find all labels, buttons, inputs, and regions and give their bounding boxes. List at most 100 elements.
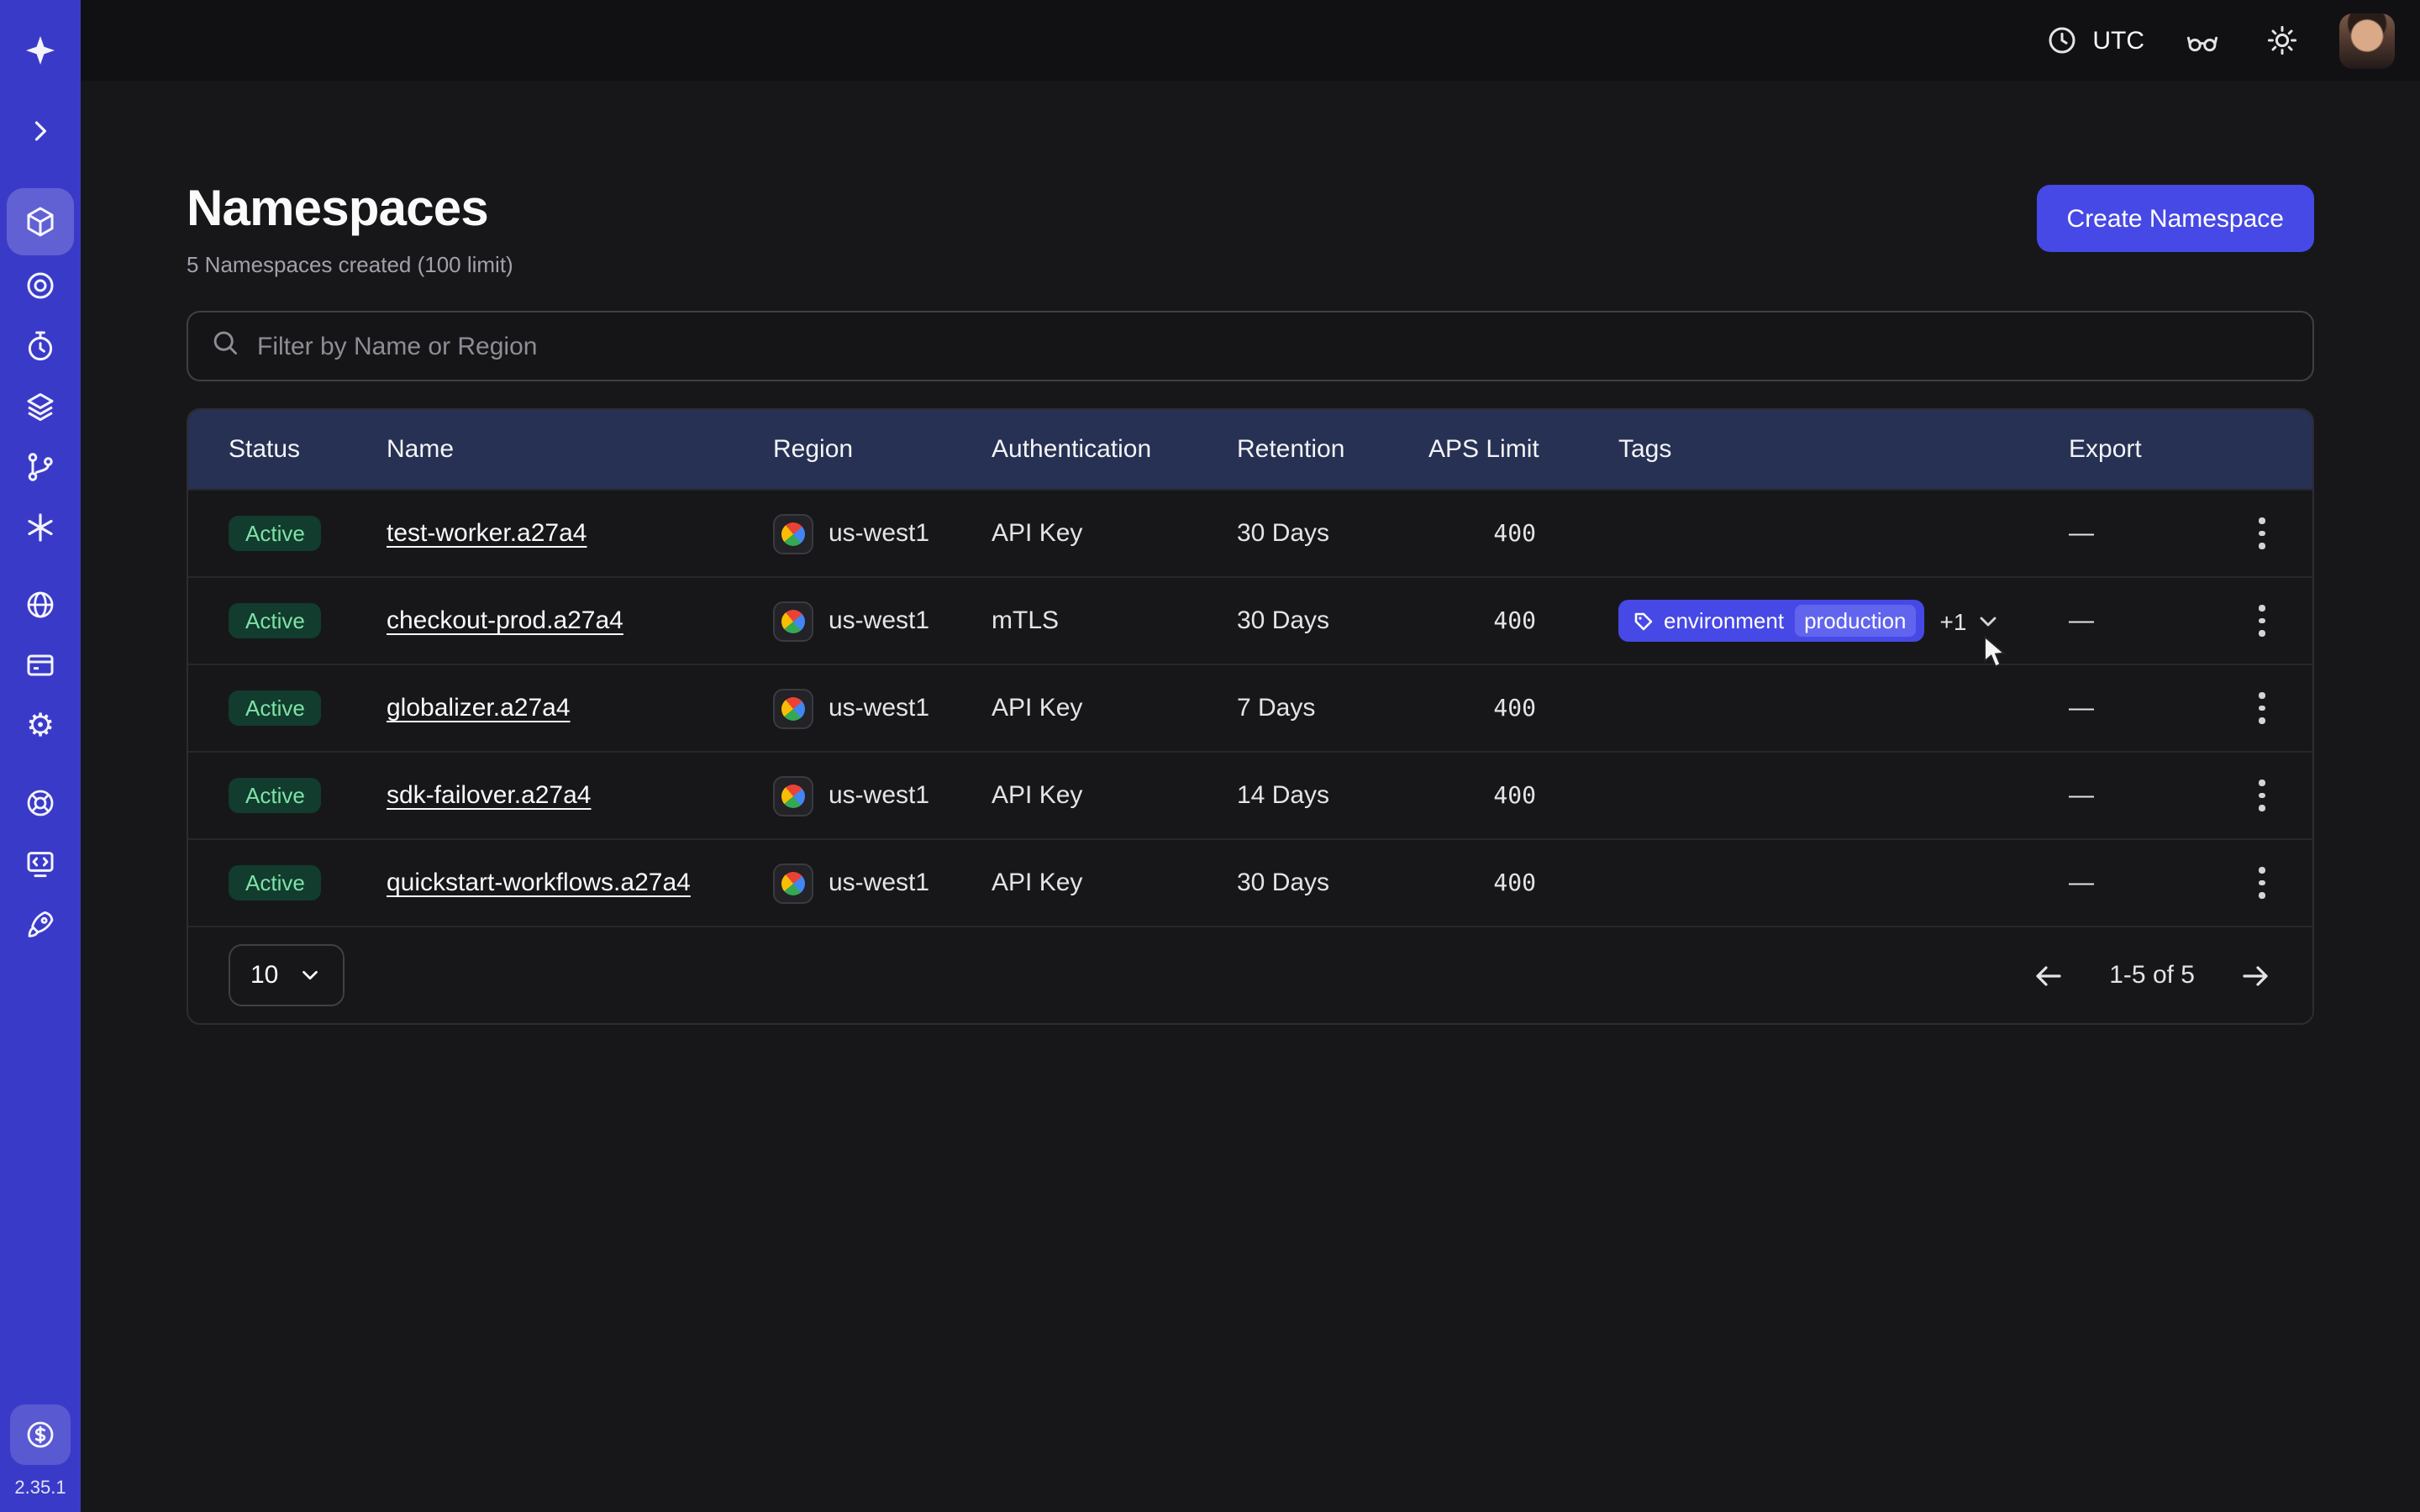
page-title: Namespaces (187, 181, 513, 239)
temporal-logo-icon[interactable] (10, 20, 71, 81)
search-icon (210, 327, 240, 365)
table-row: Active sdk-failover.a27a4 us-west1 API K… (188, 751, 2312, 838)
column-header-retention: Retention (1237, 435, 1428, 464)
tags-chevron-down-icon[interactable] (1975, 607, 2002, 634)
row-actions-kebab-menu[interactable] (2238, 595, 2286, 647)
status-badge: Active (229, 865, 322, 900)
namespace-name-link[interactable]: quickstart-workflows.a27a4 (387, 869, 691, 897)
region-label: us-west1 (829, 519, 929, 548)
authentication-label: API Key (992, 781, 1237, 810)
table-row: Active globalizer.a27a4 us-west1 API Key… (188, 664, 2312, 751)
page-size-select[interactable]: 10 (229, 944, 344, 1006)
aps-limit-value: 400 (1428, 607, 1536, 634)
filter-input[interactable] (257, 332, 2291, 360)
table-row: Active test-worker.a27a4 us-west1 API Ke… (188, 489, 2312, 576)
table-row: Active checkout-prod.a27a4 us-west1 mTLS… (188, 576, 2312, 664)
pagination-range-label: 1-5 of 5 (2109, 961, 2195, 990)
row-actions-kebab-menu[interactable] (2238, 857, 2286, 909)
app-version-label: 2.35.1 (14, 1478, 66, 1499)
next-page-button[interactable] (2238, 958, 2272, 992)
nav-globe-icon[interactable] (10, 575, 71, 635)
nav-settings-gear-icon[interactable]: ⚙ (10, 696, 71, 756)
nav-support-lifering-icon[interactable] (10, 773, 71, 833)
filter-input-container (187, 311, 2314, 381)
status-badge: Active (229, 516, 322, 551)
gcp-cloud-icon (773, 863, 813, 903)
nav-batch-branch-icon[interactable] (10, 437, 71, 497)
row-actions-kebab-menu[interactable] (2238, 769, 2286, 822)
column-header-authentication: Authentication (992, 435, 1237, 464)
tags-cell: environmentproduction +1 (1618, 600, 2069, 642)
timezone-label: UTC (2092, 26, 2144, 55)
column-header-export: Export (2069, 435, 2212, 464)
page-size-value: 10 (250, 961, 278, 990)
column-header-aps-limit: APS Limit (1428, 435, 1618, 464)
export-value: — (2069, 519, 2212, 548)
labs-glasses-icon[interactable] (2178, 17, 2225, 64)
export-value: — (2069, 606, 2212, 635)
export-value: — (2069, 694, 2212, 722)
namespace-name-link[interactable]: test-worker.a27a4 (387, 519, 587, 548)
row-actions-kebab-menu[interactable] (2238, 682, 2286, 734)
table-row: Active quickstart-workflows.a27a4 us-wes… (188, 838, 2312, 926)
region-label: us-west1 (829, 694, 929, 722)
table-header-row: StatusNameRegionAuthenticationRetentionA… (188, 410, 2312, 489)
nav-deployments-layers-icon[interactable] (10, 376, 71, 437)
table-body: Active test-worker.a27a4 us-west1 API Ke… (188, 489, 2312, 926)
region-label: us-west1 (829, 606, 929, 635)
usage-dollar-icon[interactable] (10, 1404, 71, 1465)
tag-pill[interactable]: environmentproduction (1618, 600, 1925, 642)
nav-docs-screen-icon[interactable] (10, 833, 71, 894)
authentication-label: API Key (992, 519, 1237, 548)
theme-sun-icon[interactable] (2259, 17, 2306, 64)
region-label: us-west1 (829, 781, 929, 810)
sidebar: ⚙ 2.35.1 (0, 0, 81, 1512)
topbar: UTC (81, 0, 2420, 81)
previous-page-button[interactable] (2032, 958, 2065, 992)
user-avatar[interactable] (2339, 13, 2395, 68)
retention-label: 14 Days (1237, 781, 1428, 810)
authentication-label: API Key (992, 869, 1237, 897)
status-badge: Active (229, 690, 322, 726)
namespace-name-link[interactable]: checkout-prod.a27a4 (387, 606, 623, 635)
row-actions-kebab-menu[interactable] (2238, 507, 2286, 559)
gcp-cloud-icon (773, 775, 813, 816)
namespace-count-subtitle: 5 Namespaces created (100 limit) (187, 252, 513, 277)
nav-workflows-icon[interactable] (10, 255, 71, 316)
retention-label: 30 Days (1237, 869, 1428, 897)
nav-nexus-asterisk-icon[interactable] (10, 497, 71, 558)
tag-key: environment (1664, 608, 1784, 633)
authentication-label: API Key (992, 694, 1237, 722)
namespace-name-link[interactable]: globalizer.a27a4 (387, 694, 571, 722)
timezone-button[interactable]: UTC (2045, 24, 2144, 57)
aps-limit-value: 400 (1428, 520, 1536, 547)
authentication-label: mTLS (992, 606, 1237, 635)
gcp-cloud-icon (773, 688, 813, 728)
tag-more-count: +1 (1940, 607, 1967, 634)
sidebar-expand-chevron-icon[interactable] (10, 101, 71, 161)
column-header-region: Region (773, 435, 992, 464)
retention-label: 7 Days (1237, 694, 1428, 722)
column-header-tags: Tags (1618, 435, 2069, 464)
tag-icon (1634, 611, 1654, 631)
column-header-status: Status (229, 435, 387, 464)
nav-namespaces-cube-icon[interactable] (7, 188, 74, 255)
retention-label: 30 Days (1237, 519, 1428, 548)
app-window: ⚙ 2.35.1 UTC (0, 0, 2420, 1512)
nav-quickstart-rocket-icon[interactable] (10, 894, 71, 954)
export-value: — (2069, 869, 2212, 897)
region-label: us-west1 (829, 869, 929, 897)
gcp-cloud-icon (773, 513, 813, 554)
retention-label: 30 Days (1237, 606, 1428, 635)
nav-schedules-timer-icon[interactable] (10, 316, 71, 376)
nav-billing-card-icon[interactable] (10, 635, 71, 696)
column-header-name: Name (387, 435, 773, 464)
status-badge: Active (229, 778, 322, 813)
clock-icon (2045, 24, 2079, 57)
export-value: — (2069, 781, 2212, 810)
namespace-name-link[interactable]: sdk-failover.a27a4 (387, 781, 592, 810)
status-badge: Active (229, 603, 322, 638)
main-content: Namespaces 5 Namespaces created (100 lim… (81, 81, 2420, 1512)
create-namespace-button[interactable]: Create Namespace (2037, 185, 2314, 252)
aps-limit-value: 400 (1428, 695, 1536, 722)
